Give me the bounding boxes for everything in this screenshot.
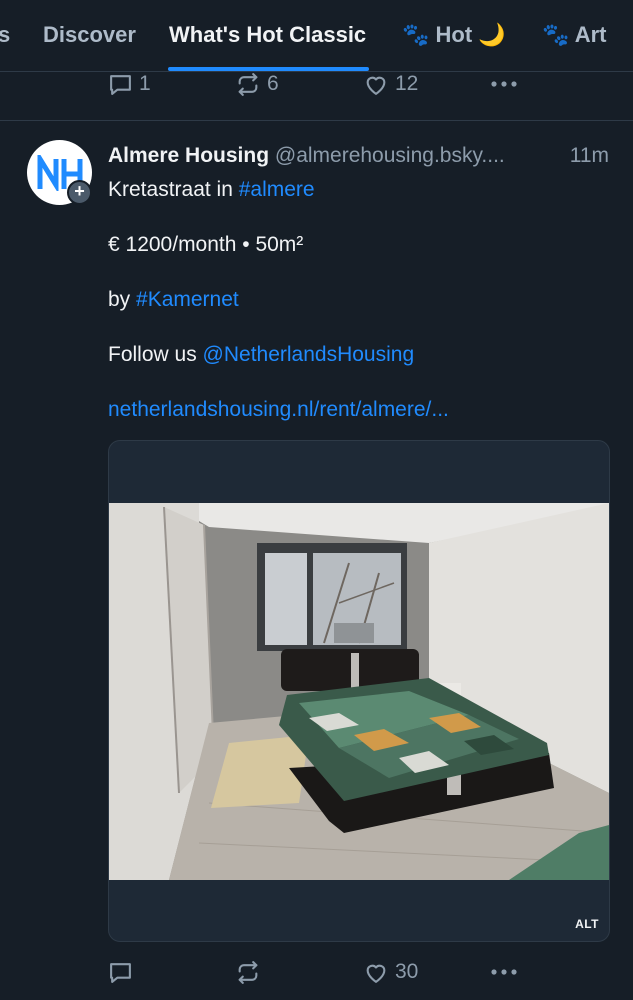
tab-whats-hot-classic[interactable]: What's Hot Classic [169,22,366,48]
by-label: by [108,288,137,311]
previous-post-actions: 1 6 12 [0,64,633,104]
tab-discover[interactable]: Discover [43,22,136,48]
feed-tab-bar: s Discover What's Hot Classic 🐾 Hot 🌙 🐾 … [0,0,633,72]
image-embed[interactable]: ALT [108,440,610,942]
tab-previous[interactable]: s [0,22,10,48]
like-count: 30 [395,960,419,983]
reply-count: 1 [139,72,151,95]
reply-button[interactable]: 1 [108,64,151,104]
repost-icon [238,72,258,96]
more-icon [491,969,517,975]
post-text-follow: Follow us @NetherlandsHousing [108,343,414,367]
tab-art[interactable]: 🐾 Art [542,22,606,48]
hashtag-kamernet[interactable]: #Kamernet [136,288,239,311]
more-options-button[interactable] [490,64,518,104]
like-button[interactable]: 30 [363,952,418,992]
post-text: Kretastraat in [108,178,239,201]
post-header: Almere Housing @almerehousing.bsky.... [108,144,613,168]
reply-button[interactable] [108,952,139,992]
follow-plus-icon[interactable]: + [67,180,92,205]
mention-netherlandshousing[interactable]: @NetherlandsHousing [203,343,415,366]
heart-icon [366,76,386,95]
repost-count: 6 [267,72,279,95]
follow-label: Follow us [108,343,203,366]
tab-hot[interactable]: 🐾 Hot 🌙 [402,22,506,48]
author-name[interactable]: Almere Housing [108,144,269,167]
alt-text-badge[interactable]: ALT [575,917,599,931]
repost-button[interactable] [235,952,267,992]
bedroom-photo [109,503,609,880]
repost-button[interactable]: 6 [235,64,279,104]
more-options-button[interactable] [490,952,518,992]
heart-icon [366,964,386,983]
repost-icon [238,960,258,984]
post-text-line-1: Kretastraat in #almere [108,178,315,202]
post-link[interactable]: netherlandshousing.nl/rent/almere/... [108,398,449,422]
reply-icon [110,962,131,983]
reply-icon [110,74,131,95]
post-timestamp[interactable]: 11m [555,144,609,168]
hashtag-almere[interactable]: #almere [239,178,315,201]
post-actions: 30 [0,952,633,992]
like-button[interactable]: 12 [363,64,418,104]
more-icon [491,81,517,87]
post-text-by: by #Kamernet [108,288,239,312]
like-count: 12 [395,72,419,95]
author-handle[interactable]: @almerehousing.bsky.... [275,144,505,167]
post-divider [0,120,633,121]
price-text: € 1200/month • 50m² [108,233,304,256]
